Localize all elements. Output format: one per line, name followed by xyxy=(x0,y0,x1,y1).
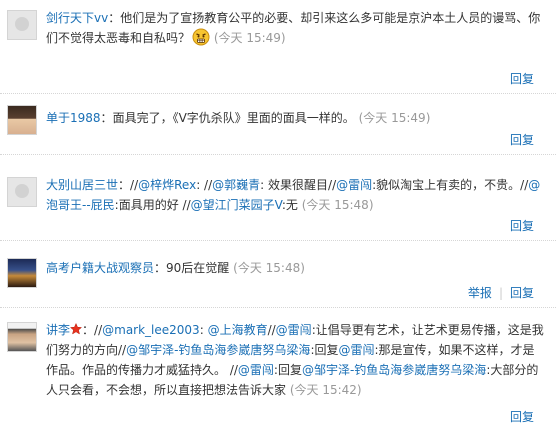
report-link[interactable]: 举报 xyxy=(468,286,492,300)
comment-text-fragment: // xyxy=(94,323,103,337)
comment-item: 大别山居三世：//@梓烨Rex: //@郭巍青: 效果很醒目//@雷闯:貌似淘宝… xyxy=(0,167,556,241)
star-badge-icon xyxy=(69,321,83,335)
mention-link[interactable]: @邹宇泽-钓鱼岛海参崴唐努乌梁海 xyxy=(126,343,310,357)
comment-actions: 回复 xyxy=(510,70,534,87)
comment-actions: 举报 | 回复 xyxy=(468,284,534,301)
commenter-name[interactable]: 大别山居三世 xyxy=(46,178,118,192)
comment-body: 高考户籍大战观察员：90后在觉醒 (今天 15:48) xyxy=(46,261,305,275)
comment-actions: 回复 xyxy=(510,131,534,148)
commenter-name[interactable]: 剑行天下vv xyxy=(46,11,108,25)
comment-body: 剑行天下vv：他们是为了宣扬教育公平的必要、却引来这么多可能是京沪本土人员的谩骂… xyxy=(46,11,541,46)
comment-time: (今天 15:49) xyxy=(358,111,431,125)
comment-text-fragment: : 效果很醒目// xyxy=(260,178,337,192)
comment-text-fragment: : // xyxy=(196,178,213,192)
default-avatar-icon[interactable] xyxy=(7,177,37,207)
comment-text-fragment: :回复 xyxy=(273,363,302,377)
comment-time: (今天 15:49) xyxy=(213,31,286,45)
user-photo-avatar[interactable] xyxy=(7,322,37,352)
user-photo-avatar[interactable] xyxy=(7,105,37,135)
action-divider: | xyxy=(498,286,503,300)
mention-link[interactable]: @梓烨Rex xyxy=(138,178,196,192)
mention-link[interactable]: @望江门菜园子V xyxy=(191,198,282,212)
comment-time: (今天 15:42) xyxy=(289,383,362,397)
comment-text: 他们是为了宣扬教育公平的必要、却引来这么多可能是京沪本土人员的谩骂、你们不觉得太… xyxy=(46,11,541,45)
reply-link[interactable]: 回复 xyxy=(510,410,534,424)
comment-actions: 回复 xyxy=(510,217,534,234)
commenter-name[interactable]: 讲李 xyxy=(46,323,70,337)
comment-text-fragment: :面具用的好 // xyxy=(114,198,191,212)
default-avatar-icon[interactable] xyxy=(7,10,37,40)
mention-link[interactable]: @郭巍青 xyxy=(212,178,260,192)
comment-item: 剑行天下vv：他们是为了宣扬教育公平的必要、却引来这么多可能是京沪本土人员的谩骂… xyxy=(0,0,556,94)
comment-text-fragment: :回复 xyxy=(310,343,339,357)
comment-text-fragment: // xyxy=(267,323,276,337)
commenter-name[interactable]: 高考户籍大战观察员 xyxy=(46,261,154,275)
reply-link[interactable]: 回复 xyxy=(510,72,534,86)
mention-link[interactable]: @上海教育 xyxy=(208,323,268,337)
mention-link[interactable]: @mark_lee2003 xyxy=(102,323,200,337)
comment-text-fragment: :貌似淘宝上有卖的，不贵。// xyxy=(372,178,529,192)
mention-link[interactable]: @邹宇泽-钓鱼岛海参崴唐努乌梁海 xyxy=(302,363,486,377)
reply-link[interactable]: 回复 xyxy=(510,219,534,233)
mention-link[interactable]: @雷闯 xyxy=(336,178,372,192)
comment-actions: 回复 xyxy=(510,408,534,425)
comment-item: 单于1988：面具完了，《V字仇杀队》里面的面具一样的。 (今天 15:49) … xyxy=(0,95,556,155)
comment-item: 高考户籍大战观察员：90后在觉醒 (今天 15:48) 举报 | 回复 xyxy=(0,248,556,308)
user-photo-avatar[interactable] xyxy=(7,258,37,288)
reply-link[interactable]: 回复 xyxy=(510,286,534,300)
mention-link[interactable]: @雷闯 xyxy=(276,323,312,337)
comment-text-fragment: :无 xyxy=(281,198,298,212)
comment-body: 讲李 ：//@mark_lee2003: @上海教育//@雷闯:让倡导更有艺术，让… xyxy=(46,321,544,397)
mention-link[interactable]: @雷闯 xyxy=(338,343,374,357)
comment-text-fragment: // xyxy=(130,178,139,192)
commenter-name[interactable]: 单于1988 xyxy=(46,111,101,125)
angry-emoji-icon xyxy=(192,28,210,46)
comment-body: 单于1988：面具完了，《V字仇杀队》里面的面具一样的。 (今天 15:49) xyxy=(46,111,431,125)
comment-text: 面具完了，《V字仇杀队》里面的面具一样的。 xyxy=(112,111,355,125)
comment-list: 剑行天下vv：他们是为了宣扬教育公平的必要、却引来这么多可能是京沪本土人员的谩骂… xyxy=(0,0,556,431)
mention-link[interactable]: @雷闯 xyxy=(238,363,274,377)
comment-text: 90后在觉醒 xyxy=(166,261,230,275)
comment-time: (今天 15:48) xyxy=(301,198,374,212)
reply-link[interactable]: 回复 xyxy=(510,133,534,147)
comment-item: 讲李 ：//@mark_lee2003: @上海教育//@雷闯:让倡导更有艺术，让… xyxy=(0,312,556,431)
comment-body: 大别山居三世：//@梓烨Rex: //@郭巍青: 效果很醒目//@雷闯:貌似淘宝… xyxy=(46,178,541,212)
comment-text-fragment: : xyxy=(199,323,208,337)
comment-time: (今天 15:48) xyxy=(233,261,305,275)
